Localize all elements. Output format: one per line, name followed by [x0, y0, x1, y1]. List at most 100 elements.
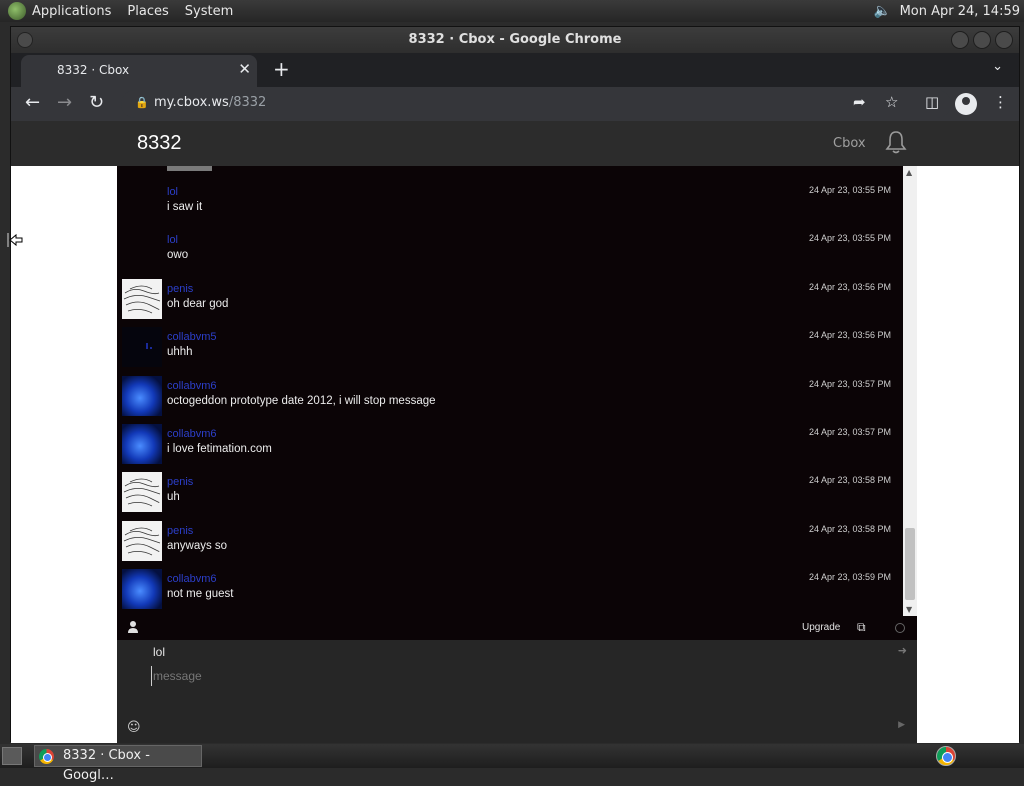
new-tab-icon[interactable]: + — [273, 57, 290, 81]
message-row: collabvm6 octogeddon prototype date 2012,… — [117, 374, 903, 422]
page-viewport: 8332 Cbox lol i saw it 24 Apr 23, 03:55 PM… — [11, 121, 1019, 743]
message-list[interactable]: lol i saw it 24 Apr 23, 03:55 PM lol owo 24 A… — [117, 166, 903, 616]
connection-status-icon — [895, 623, 905, 633]
scroll-down-icon[interactable]: ▼ — [906, 605, 912, 614]
message-text: i love fetimation.com — [167, 443, 272, 455]
message-text: i saw it — [167, 201, 203, 213]
message-username[interactable]: collabvm5 — [167, 331, 217, 343]
nickname-label[interactable]: lol — [153, 645, 165, 659]
kebab-menu-icon[interactable]: ⋮ — [993, 93, 1008, 111]
avatar[interactable] — [122, 327, 162, 368]
message-input[interactable] — [151, 666, 871, 686]
message-username[interactable]: penis — [167, 525, 193, 537]
message-text: owo — [167, 249, 189, 262]
message-timestamp: 24 Apr 23, 03:58 PM — [808, 523, 891, 534]
gnome-foot-icon[interactable] — [8, 2, 26, 20]
avatar[interactable] — [122, 520, 162, 561]
cbox-brand-link[interactable]: Cbox — [833, 136, 866, 151]
url-path: /8332 — [228, 95, 267, 110]
message-row: penis oh dear god 24 Apr 23, 03:56 PM — [117, 277, 903, 325]
resize-cursor-icon — [7, 233, 23, 247]
avatar[interactable] — [122, 569, 162, 610]
side-panel-icon[interactable]: ◫ — [925, 93, 939, 111]
minimize-button[interactable] — [951, 31, 969, 49]
message-timestamp: 24 Apr 23, 03:57 PM — [808, 427, 891, 437]
chat-statusbar: Upgrade ⧉ — [117, 616, 917, 640]
message-text: octogeddon prototype date 2012, i will s… — [167, 394, 436, 407]
address-bar[interactable]: 🔒 my.cbox.ws/8332 — [121, 90, 951, 118]
taskbar-item-label: 8332 · Cbox - Googl… — [63, 748, 150, 783]
browser-toolbar: ← → ↻ 🔒 my.cbox.ws/8332 ➦ ☆ ◫ ⋮ — [11, 87, 1019, 121]
message-timestamp: 24 Apr 23, 03:56 PM — [808, 281, 891, 292]
avatar[interactable] — [122, 472, 162, 513]
places-menu[interactable]: Places — [127, 4, 168, 19]
message-text: uh — [167, 491, 180, 504]
profile-avatar-icon[interactable] — [955, 93, 977, 115]
url-text[interactable]: my.cbox.ws/8332 — [154, 95, 266, 110]
message-text: anyways so — [167, 539, 228, 552]
cropped-image-edge — [167, 166, 212, 171]
top-panel: Applications Places System 🔈 Mon Apr 24,… — [0, 0, 1024, 22]
back-icon[interactable]: ← — [25, 92, 40, 113]
emoji-icon[interactable]: ☺ — [127, 720, 141, 735]
tab-cbox[interactable]: 8332 · Cbox ✕ — [21, 55, 257, 87]
tray-chrome-icon[interactable] — [936, 746, 956, 766]
chat-box: lol i saw it 24 Apr 23, 03:55 PM lol owo 24 A… — [117, 166, 917, 743]
send-arrow-icon[interactable]: ▶ — [898, 720, 905, 730]
room-title: 8332 — [137, 132, 182, 154]
volume-icon[interactable]: 🔈 — [874, 2, 892, 20]
message-text: oh dear god — [167, 297, 229, 310]
bell-icon[interactable] — [885, 130, 907, 154]
lock-icon[interactable]: 🔒 — [135, 96, 149, 109]
maximize-button[interactable] — [973, 31, 991, 49]
message-row: lol i saw it 24 Apr 23, 03:55 PM — [117, 180, 903, 228]
window-titlebar[interactable]: 8332 · Cbox - Google Chrome — [11, 27, 1019, 53]
avatar[interactable] — [122, 278, 162, 319]
message-username[interactable]: penis — [167, 476, 193, 488]
clock[interactable]: Mon Apr 24, 14:59 — [900, 4, 1020, 19]
avatar[interactable] — [122, 424, 162, 464]
browser-window: 8332 · Cbox - Google Chrome 8332 · Cbox … — [10, 26, 1020, 743]
taskbar-item-chrome[interactable]: 8332 · Cbox - Googl… — [34, 745, 202, 783]
forward-icon[interactable]: → — [57, 92, 72, 113]
message-timestamp: 24 Apr 23, 03:55 PM — [808, 233, 891, 244]
share-icon[interactable]: ➦ — [853, 93, 866, 111]
scroll-thumb[interactable] — [905, 528, 915, 600]
message-username[interactable]: collabvm6 — [167, 380, 217, 392]
logout-icon[interactable]: ➜ — [898, 644, 907, 657]
message-timestamp: 24 Apr 23, 03:55 PM — [808, 185, 891, 195]
system-menu[interactable]: System — [185, 4, 233, 19]
message-username[interactable]: lol — [167, 234, 178, 246]
message-text: not me guest — [167, 588, 234, 601]
message-username[interactable]: penis — [167, 283, 193, 295]
message-timestamp: 24 Apr 23, 03:59 PM — [808, 572, 891, 583]
message-username[interactable]: collabvm6 — [167, 428, 217, 440]
window-controls — [951, 31, 1013, 49]
tab-search-chevron-icon[interactable]: ⌄ — [992, 59, 1003, 74]
message-row: collabvm6 not me guest 24 Apr 23, 03:59 PM — [117, 567, 903, 615]
cbox-header: 8332 Cbox — [11, 121, 1019, 166]
applications-menu[interactable]: Applications — [32, 4, 111, 19]
reload-icon[interactable]: ↻ — [89, 92, 104, 113]
close-tab-icon[interactable]: ✕ — [238, 60, 251, 78]
message-timestamp: 24 Apr 23, 03:56 PM — [808, 330, 891, 341]
message-text: uhhh — [167, 346, 193, 359]
show-desktop-icon[interactable] — [2, 747, 22, 765]
user-icon[interactable] — [127, 620, 139, 634]
tab-title: 8332 · Cbox — [57, 63, 130, 77]
scroll-up-icon[interactable]: ▲ — [906, 168, 912, 177]
close-window-button[interactable] — [995, 31, 1013, 49]
message-row: lol owo 24 Apr 23, 03:55 PM — [117, 228, 903, 276]
message-scrollbar[interactable]: ▲ ▼ — [903, 166, 917, 616]
avatar[interactable] — [122, 375, 162, 416]
tab-strip: 8332 · Cbox ✕ + ⌄ — [11, 53, 1019, 87]
popout-icon[interactable]: ⧉ — [857, 620, 866, 635]
bottom-panel: 8332 · Cbox - Googl… — [0, 744, 1024, 783]
message-timestamp: 24 Apr 23, 03:57 PM — [808, 378, 891, 389]
upgrade-link[interactable]: Upgrade — [802, 622, 840, 633]
message-username[interactable]: collabvm6 — [167, 573, 217, 585]
message-row: penis uh 24 Apr 23, 03:58 PM — [117, 470, 903, 518]
window-menu-button[interactable] — [17, 32, 33, 48]
bookmark-star-icon[interactable]: ☆ — [885, 93, 898, 111]
message-username[interactable]: lol — [167, 186, 178, 198]
